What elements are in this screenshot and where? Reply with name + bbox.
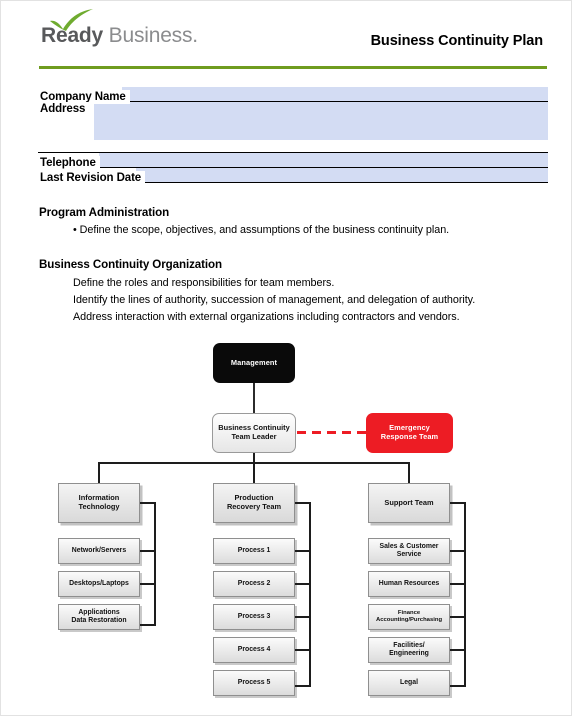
node-production-recovery-team[interactable]: Production Recovery Team: [213, 483, 295, 523]
node-process-1-label: Process 1: [237, 547, 271, 555]
connector-it-trunk: [154, 502, 156, 626]
company-name-input[interactable]: [122, 87, 548, 101]
node-desktops-laptops-label: Desktops/Laptops: [69, 580, 129, 588]
bco-line-1: Define the roles and responsibilities fo…: [73, 277, 335, 289]
logo-ready-text: Ready: [41, 24, 104, 47]
connector-desktops-laptops-stub: [140, 583, 156, 585]
node-network-servers-label: Network/Servers: [71, 547, 127, 555]
connector-bus-drop-it: [98, 462, 100, 483]
program-administration-bullet-1: • Define the scope, objectives, and assu…: [73, 224, 450, 236]
node-sales-customer-service[interactable]: Sales & Customer Service: [368, 538, 450, 564]
field-row-address: Address: [38, 102, 548, 153]
node-business-continuity-team-leader[interactable]: Business Continuity Team Leader: [212, 413, 296, 453]
connector-process-4-stub: [295, 649, 311, 651]
connector-process-2-stub: [295, 583, 311, 585]
node-support-team[interactable]: Support Team: [368, 483, 450, 523]
header-divider: [39, 66, 547, 69]
node-legal[interactable]: Legal: [368, 670, 450, 696]
node-process-2[interactable]: Process 2: [213, 571, 295, 597]
field-row-last-revision-date: Last Revision Date: [38, 168, 548, 185]
node-process-4-label: Process 4: [237, 646, 271, 654]
connector-applications-stub: [140, 624, 156, 626]
node-human-resources[interactable]: Human Resources: [368, 571, 450, 597]
node-facilities-label-line1: Facilities/: [393, 642, 425, 650]
node-management-label: Management: [230, 357, 278, 367]
field-row-telephone: Telephone: [38, 153, 548, 170]
node-finance-label-line2: Accounting/Purchasing: [375, 617, 443, 623]
node-process-3-label: Process 3: [237, 613, 271, 621]
connector-facilities-stub: [450, 649, 466, 651]
node-process-5-label: Process 5: [237, 679, 271, 687]
connector-bus-drop-support: [408, 462, 410, 483]
connector-sales-stub: [450, 550, 466, 552]
heading-program-administration: Program Administration: [39, 206, 170, 219]
node-emergency-label-line2: Response Team: [380, 432, 439, 441]
node-sales-label-line1: Sales & Customer: [379, 543, 439, 551]
node-sales-label-line2: Service: [396, 551, 422, 558]
bco-line-3: Address interaction with external organi…: [73, 311, 460, 323]
node-management[interactable]: Management: [213, 343, 295, 383]
node-process-2-label: Process 2: [237, 580, 271, 588]
node-facilities-label-line2: Engineering: [389, 650, 429, 657]
connector-finance-stub: [450, 616, 466, 618]
node-process-3[interactable]: Process 3: [213, 604, 295, 630]
connector-bus-drop-production: [253, 462, 255, 483]
node-applications-label-line2: Data Restoration: [71, 617, 127, 624]
bco-line-2: Identify the lines of authority, success…: [73, 294, 476, 306]
node-legal-label: Legal: [400, 679, 418, 687]
connector-management-to-leader: [253, 383, 255, 413]
node-process-1[interactable]: Process 1: [213, 538, 295, 564]
connector-support-trunk: [464, 502, 466, 687]
node-finance-label-line1: Finance: [397, 610, 421, 617]
node-process-4[interactable]: Process 4: [213, 637, 295, 663]
node-production-label-line2: Recovery Team: [226, 502, 282, 511]
node-information-technology[interactable]: Information Technology: [58, 483, 140, 523]
connector-human-resources-stub: [450, 583, 466, 585]
company-info-form: Company Name Address Telephone Last Revi…: [38, 87, 548, 185]
node-process-5[interactable]: Process 5: [213, 670, 295, 696]
connector-process-3-stub: [295, 616, 311, 618]
address-input[interactable]: [94, 102, 548, 140]
heading-business-continuity-organization: Business Continuity Organization: [39, 258, 222, 271]
connector-production-trunk: [309, 502, 311, 687]
telephone-label: Telephone: [38, 156, 100, 170]
telephone-input[interactable]: [99, 153, 548, 167]
node-desktops-laptops[interactable]: Desktops/Laptops: [58, 571, 140, 597]
last-revision-date-label: Last Revision Date: [38, 171, 146, 185]
connector-process-5-stub: [295, 685, 311, 687]
node-applications-data-restoration[interactable]: Applications Data Restoration: [58, 604, 140, 630]
node-human-resources-label: Human Resources: [378, 580, 440, 588]
node-support-team-label: Support Team: [384, 497, 434, 507]
node-network-servers[interactable]: Network/Servers: [58, 538, 140, 564]
last-revision-date-input[interactable]: [136, 168, 548, 182]
connector-legal-stub: [450, 685, 466, 687]
org-chart: Management Business Continuity Team Lead…: [1, 331, 571, 715]
node-leader-label-line2: Team Leader: [231, 432, 277, 441]
node-applications-label-line1: Applications: [78, 609, 120, 617]
page-title: Business Continuity Plan: [370, 33, 544, 49]
brand-logo: Ready Business.: [41, 25, 198, 46]
node-facilities-engineering[interactable]: Facilities/ Engineering: [368, 637, 450, 663]
connector-leader-to-emergency-dashed: [297, 431, 366, 434]
document-page: Ready Business. Business Continuity Plan…: [0, 0, 572, 716]
node-it-label-line2: Technology: [78, 502, 120, 511]
node-emergency-response-team[interactable]: Emergency Response Team: [366, 413, 453, 453]
logo-business-text: Business.: [103, 24, 198, 47]
connector-network-servers-stub: [140, 550, 156, 552]
address-label: Address: [38, 102, 90, 116]
connector-process-1-stub: [295, 550, 311, 552]
node-finance-accounting-purchasing[interactable]: Finance Accounting/Purchasing: [368, 604, 450, 630]
field-row-company-name: Company Name: [38, 87, 548, 104]
